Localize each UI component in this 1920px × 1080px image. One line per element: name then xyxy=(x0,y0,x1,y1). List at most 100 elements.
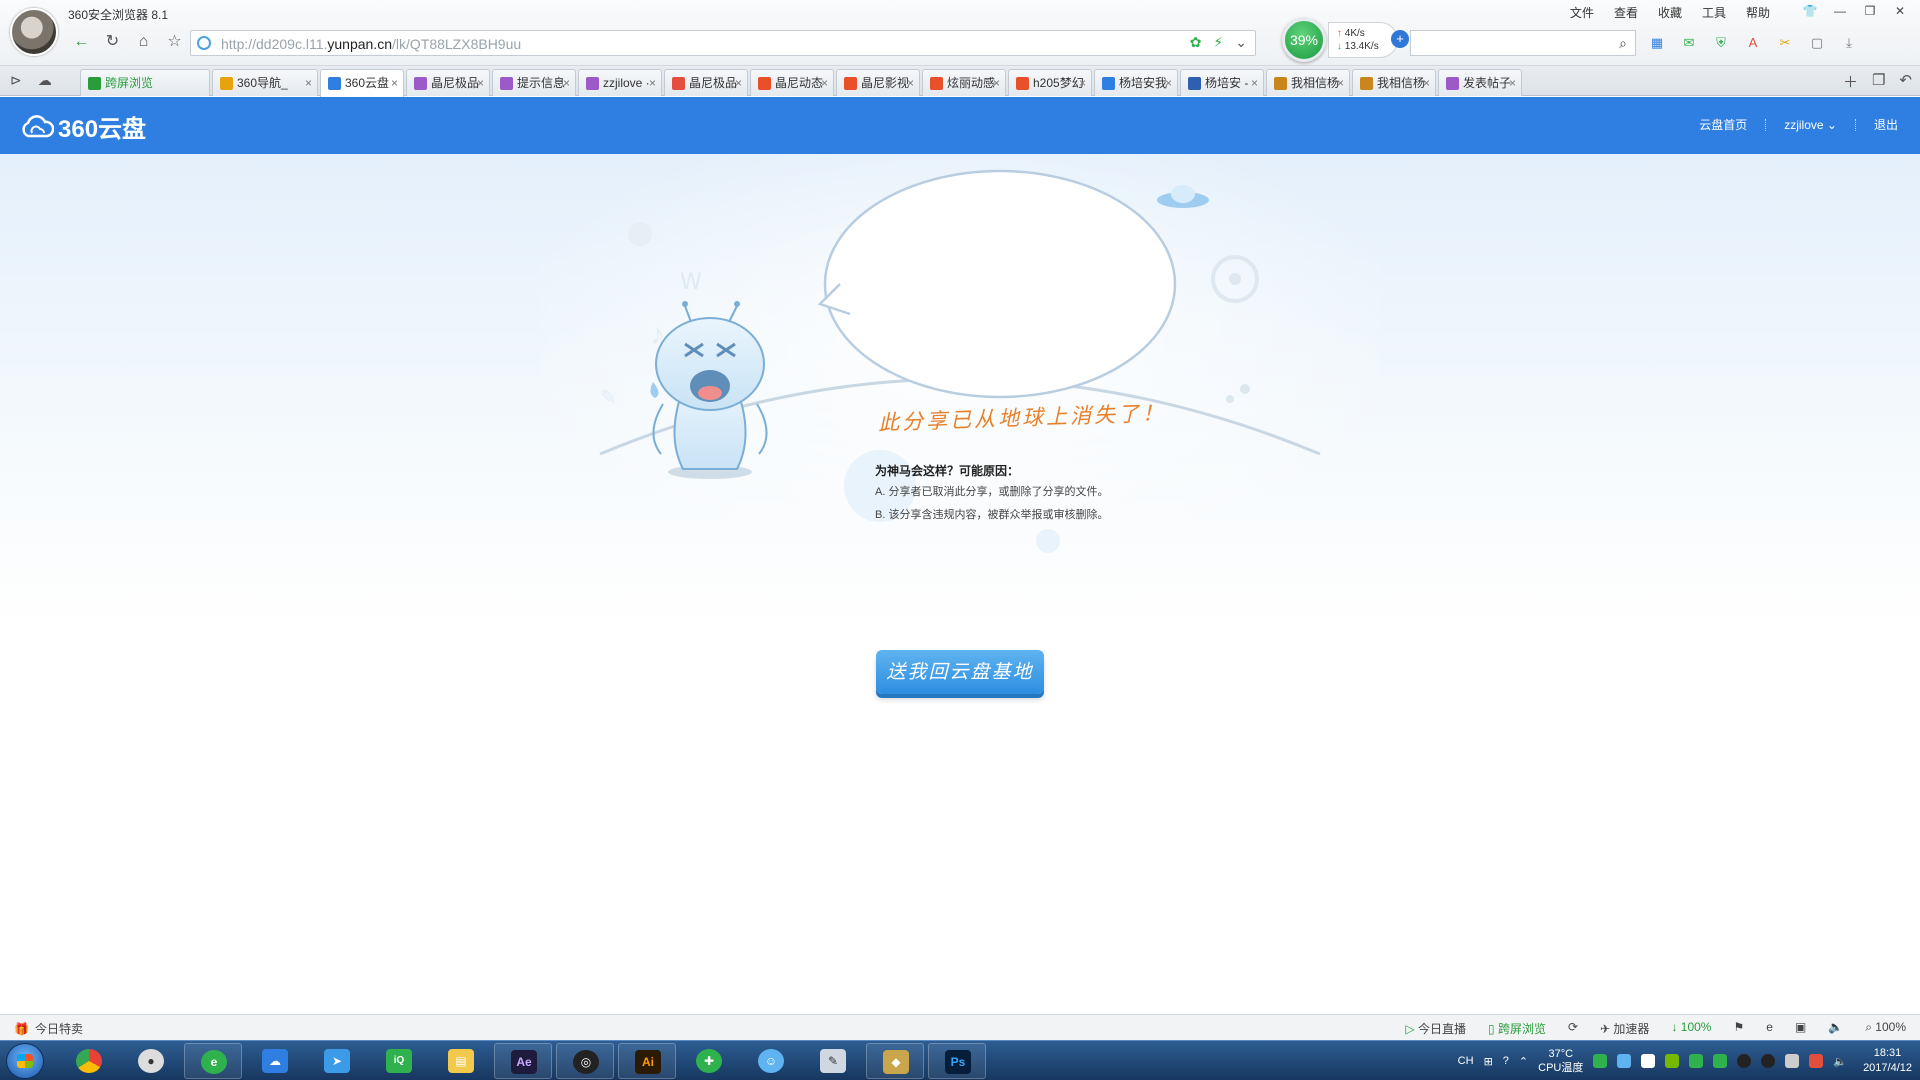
tab-close-icon[interactable]: × xyxy=(993,70,1000,96)
menu-file[interactable]: 文件 xyxy=(1570,4,1594,21)
ime-icon[interactable]: ⊞ xyxy=(1484,1055,1493,1068)
accelerator-link[interactable]: ✈ 加速器 xyxy=(1600,1020,1649,1037)
browser-tab[interactable]: 杨培安 - × xyxy=(1180,69,1264,96)
shield-tray-icon[interactable] xyxy=(1713,1054,1728,1068)
browser-tab[interactable]: 我相信杨 × xyxy=(1352,69,1436,96)
clock[interactable]: 18:31 2017/4/12 xyxy=(1857,1046,1912,1076)
taskbar-app-feiq[interactable]: ➤ xyxy=(308,1043,366,1079)
taskbar-app-cinema4d[interactable]: ◎ xyxy=(556,1043,614,1079)
browser-tab[interactable]: zzjilove · × xyxy=(578,69,662,96)
tab-close-icon[interactable]: × xyxy=(1509,70,1516,96)
ie-icon[interactable]: e xyxy=(1766,1020,1773,1037)
tab-close-icon[interactable]: × xyxy=(907,70,914,96)
menu-favorites[interactable]: 收藏 xyxy=(1658,4,1682,21)
star-icon[interactable]: ☆ xyxy=(159,28,190,56)
memory-ball[interactable]: 39% xyxy=(1282,18,1326,62)
browser-tab[interactable]: h205梦幻 × xyxy=(1008,69,1092,96)
tab-close-icon[interactable]: × xyxy=(477,70,484,96)
tab-list-icon[interactable]: ❐ xyxy=(1872,71,1885,92)
browser-tab[interactable]: 提示信息 × xyxy=(492,69,576,96)
start-button[interactable] xyxy=(6,1043,44,1079)
home-icon[interactable]: ⌂ xyxy=(128,28,159,56)
browser-tab[interactable]: 杨培安我 × xyxy=(1094,69,1178,96)
window-icon[interactable]: ▢ xyxy=(1806,32,1828,54)
browser-tab[interactable]: 晶尼动态 × xyxy=(750,69,834,96)
taskbar-app-panda[interactable]: ● xyxy=(122,1043,180,1079)
apps-grid-icon[interactable]: ▦ xyxy=(1646,32,1668,54)
browser-tab[interactable]: 晶尼极品 × xyxy=(664,69,748,96)
shield-icon[interactable]: ⛨ xyxy=(1710,32,1732,54)
close-window-button[interactable]: ✕ xyxy=(1888,2,1912,20)
daily-deals-link[interactable]: 今日特卖 xyxy=(35,1020,83,1037)
tab-close-icon[interactable]: × xyxy=(1165,70,1172,96)
tab-close-icon[interactable]: × xyxy=(305,70,312,96)
tab-close-icon[interactable]: × xyxy=(563,70,570,96)
wechat-tray-icon[interactable] xyxy=(1689,1054,1704,1068)
search-icon[interactable]: ⌕ xyxy=(1619,35,1627,52)
taskbar-app-360safe[interactable]: ✚ xyxy=(680,1043,738,1079)
taskbar-app-qq-browser[interactable]: ☺ xyxy=(742,1043,800,1079)
download-progress[interactable]: ↓ 100% xyxy=(1671,1020,1711,1037)
browser-tab[interactable]: 炫丽动感 × xyxy=(922,69,1006,96)
tab-close-icon[interactable]: × xyxy=(1337,70,1344,96)
maximize-button[interactable]: ❐ xyxy=(1858,2,1882,20)
volume-tray-icon[interactable]: 🔈 xyxy=(1833,1055,1847,1068)
user-menu[interactable]: zzjilove ⌄ xyxy=(1784,118,1837,132)
download-icon[interactable]: ⤓ xyxy=(1838,32,1860,54)
new-tab-icon[interactable]: ＋ xyxy=(1843,71,1858,92)
user-avatar[interactable] xyxy=(10,8,58,56)
network-icon[interactable] xyxy=(1785,1054,1800,1068)
browser-tab[interactable]: 360导航_ × xyxy=(212,69,318,96)
taskbar-app-illustrator[interactable]: Ai xyxy=(618,1043,676,1079)
taskbar-app-after-effects[interactable]: Ae xyxy=(494,1043,552,1079)
security-check-icon[interactable]: ✿ xyxy=(1190,34,1202,51)
taskbar-app-explorer[interactable]: ▤ xyxy=(432,1043,490,1079)
menu-view[interactable]: 查看 xyxy=(1614,4,1638,21)
input-language[interactable]: CH xyxy=(1458,1055,1474,1067)
tab-close-icon[interactable]: × xyxy=(649,70,656,96)
cloud-tray-icon[interactable] xyxy=(1641,1054,1656,1068)
tab-close-icon[interactable]: × xyxy=(1423,70,1430,96)
browser-tab[interactable]: 我相信杨 × xyxy=(1266,69,1350,96)
leaf-icon[interactable] xyxy=(1593,1054,1608,1068)
undo-close-icon[interactable]: ↶ xyxy=(1899,71,1912,92)
nvidia-icon[interactable] xyxy=(1665,1054,1680,1068)
taskbar-app-photoshop[interactable]: Ps xyxy=(928,1043,986,1079)
plus-icon[interactable]: + xyxy=(1391,30,1409,48)
tray-expand-icon[interactable]: ⌃ xyxy=(1519,1055,1528,1068)
url-text[interactable]: http://dd209c.l11.yunpan.cn/lk/QT88LZX8B… xyxy=(221,36,521,52)
chevron-down-icon[interactable]: ⌄ xyxy=(1235,34,1247,51)
sidebar-toggle-icon[interactable]: ⊳ xyxy=(10,72,22,89)
live-link[interactable]: ▷ 今日直播 xyxy=(1405,1020,1466,1037)
cloud-sync-icon[interactable]: ☁ xyxy=(38,72,52,89)
taskbar-app-cloud[interactable]: ☁ xyxy=(246,1043,304,1079)
lightning-icon[interactable]: ⚡ xyxy=(1213,34,1223,51)
address-bar[interactable]: http://dd209c.l11.yunpan.cn/lk/QT88LZX8B… xyxy=(190,30,1256,56)
cpu-temperature[interactable]: 37°C CPU温度 xyxy=(1538,1047,1583,1075)
taskbar-app-360browser[interactable]: e xyxy=(184,1043,242,1079)
taskbar-app-game[interactable]: ◆ xyxy=(866,1043,924,1079)
menu-help[interactable]: 帮助 xyxy=(1746,4,1770,21)
minimize-button[interactable]: — xyxy=(1828,2,1852,20)
flag-tray-icon[interactable] xyxy=(1809,1054,1824,1068)
network-speed-widget[interactable]: ↑ 4K/s ↓ 13.4K/s 39% + xyxy=(1282,18,1409,62)
tab-close-icon[interactable]: × xyxy=(1079,70,1086,96)
skin-icon[interactable]: 👕 xyxy=(1798,2,1822,20)
qq-icon[interactable] xyxy=(1737,1054,1752,1068)
flag-icon[interactable]: ⚑ xyxy=(1733,1020,1744,1037)
taskbar-app-iqiyi[interactable]: iQ xyxy=(370,1043,428,1079)
screenshot-icon[interactable]: ✂ xyxy=(1774,32,1796,54)
tab-close-icon[interactable]: × xyxy=(735,70,742,96)
help-icon[interactable]: ? xyxy=(1503,1055,1509,1067)
zoom-level[interactable]: ⌕ 100% xyxy=(1865,1020,1906,1037)
back-arrow-icon[interactable]: ← xyxy=(66,28,97,56)
search-input[interactable]: ⌕ xyxy=(1410,30,1636,56)
browser-tab[interactable]: 发表帖子 × xyxy=(1438,69,1522,96)
logout-link[interactable]: 退出 xyxy=(1874,116,1898,133)
browser-tab[interactable]: 晶尼极品 × xyxy=(406,69,490,96)
browser-tab[interactable]: 跨屏浏览 xyxy=(80,69,210,96)
yunpan-home-link[interactable]: 云盘首页 xyxy=(1699,116,1747,133)
taskbar-app-notes[interactable]: ✎ xyxy=(804,1043,862,1079)
speaker-tray-icon[interactable] xyxy=(1617,1054,1632,1068)
tab-close-icon[interactable]: × xyxy=(821,70,828,96)
